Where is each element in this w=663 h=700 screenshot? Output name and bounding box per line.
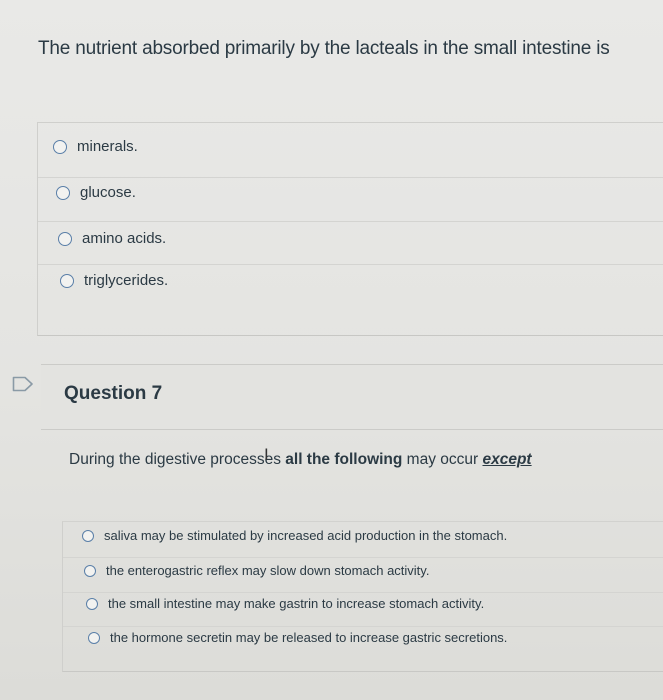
answer-label: amino acids. [82,230,167,247]
radio-button[interactable] [56,185,70,200]
answer-option-glucose[interactable]: glucose. [56,184,136,201]
answer-label: the small intestine may make gastrin to … [108,596,485,611]
answer-divider [38,177,663,178]
radio-button[interactable] [88,631,100,644]
answer-label: glucose. [80,184,136,201]
radio-button[interactable] [58,231,72,246]
answer-divider [38,264,663,265]
answer-label: saliva may be stimulated by increased ac… [104,528,508,543]
answer-option-amino-acids[interactable]: amino acids. [58,230,166,247]
question-7-prompt: During the digestive processes all the f… [69,451,532,469]
question-7-title: Question 7 [64,383,163,404]
answer-label: the enterogastric reflex may slow down s… [106,563,430,578]
prompt-except: except [482,451,532,468]
answer-divider [63,626,663,627]
answer-option-secretin[interactable]: the hormone secretin may be released to … [88,630,507,645]
answer-option-saliva[interactable]: saliva may be stimulated by increased ac… [82,528,507,543]
radio-button[interactable] [53,139,67,154]
answer-divider [63,592,663,593]
radio-button[interactable] [86,597,98,610]
flag-icon[interactable] [12,376,34,392]
radio-button[interactable] [60,273,74,288]
answer-label: minerals. [77,138,138,155]
answer-option-triglycerides[interactable]: triglycerides. [60,272,168,289]
answer-option-gastrin[interactable]: the small intestine may make gastrin to … [86,596,484,611]
prompt-text: During the digestive processes [69,451,286,468]
answer-label: triglycerides. [84,272,169,289]
prompt-emphasis: all the following [285,451,403,468]
question-6-prompt: The nutrient absorbed primarily by the l… [38,38,610,59]
answer-divider [38,221,663,222]
answer-option-minerals[interactable]: minerals. [53,138,138,155]
radio-button[interactable] [84,564,96,577]
text-cursor-icon: I [264,445,269,464]
prompt-text: may occur [402,451,483,468]
answer-label: the hormone secretin may be released to … [110,630,508,645]
radio-button[interactable] [82,529,94,542]
answer-option-enterogastric[interactable]: the enterogastric reflex may slow down s… [84,563,429,578]
answer-divider [63,557,663,558]
